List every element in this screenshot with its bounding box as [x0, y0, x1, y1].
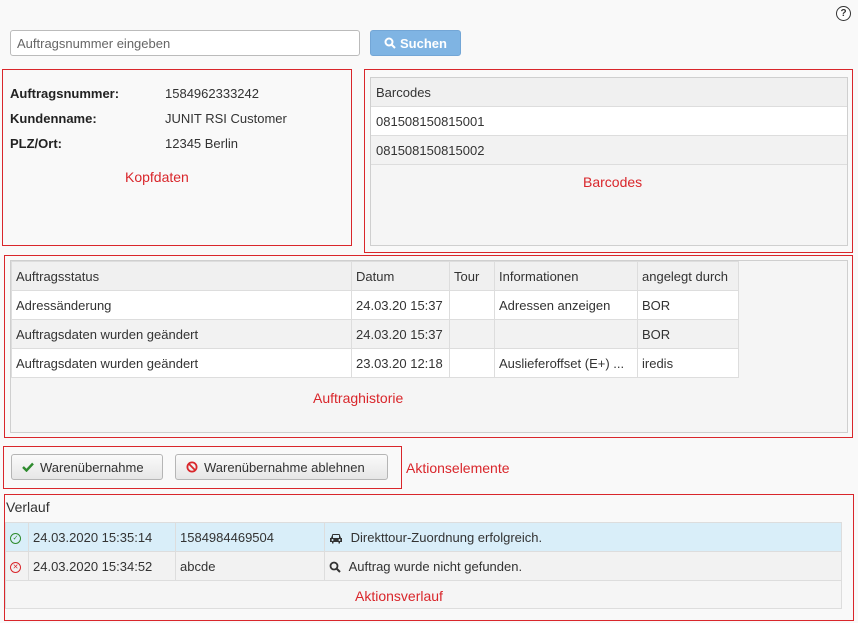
tour-cell: [449, 290, 495, 320]
verlauf-table: ✓ 24.03.2020 15:35:14 1584984469504 Dire…: [6, 523, 841, 581]
date-cell: 23.03.20 12:18: [351, 348, 450, 378]
historie-table: Auftragsstatus Datum Tour Informationen …: [11, 261, 739, 378]
table-row[interactable]: Auftragsdaten wurden geändert 23.03.20 1…: [11, 348, 739, 378]
aktionen-annotation: Aktionselemente: [406, 460, 510, 476]
info-cell[interactable]: Adressen anzeigen: [494, 290, 638, 320]
ban-icon: [186, 461, 198, 473]
barcodes-table: Barcodes 081508150815001 081508150815002: [371, 78, 847, 165]
col-auftragsstatus[interactable]: Auftragsstatus: [11, 261, 352, 291]
barcodes-panel: Barcodes 081508150815001 081508150815002: [370, 77, 848, 246]
tour-cell: [449, 319, 495, 349]
reject-goods-button[interactable]: Warenübernahme ablehnen: [175, 454, 388, 480]
success-icon: ✓: [10, 532, 21, 544]
col-datum[interactable]: Datum: [351, 261, 450, 291]
zip-city-value: 12345 Berlin: [165, 136, 238, 151]
time-cell: 24.03.2020 15:34:52: [28, 551, 176, 581]
reject-goods-label: Warenübernahme ablehnen: [204, 459, 365, 475]
table-row[interactable]: Auftragsdaten wurden geändert 24.03.20 1…: [11, 319, 739, 349]
help-icon[interactable]: ?: [836, 6, 851, 21]
barcodes-header: Barcodes: [371, 78, 847, 107]
created-by-cell: iredis: [637, 348, 739, 378]
status-cell: Auftragsdaten wurden geändert: [11, 319, 352, 349]
search-icon: [329, 561, 341, 573]
id-cell: abcde: [175, 551, 325, 581]
accept-goods-label: Warenübernahme: [40, 459, 144, 475]
info-cell: [494, 319, 638, 349]
verlauf-annotation: Aktionsverlauf: [355, 588, 443, 604]
message-cell: Direkttour-Zuordnung erfolgreich.: [350, 529, 543, 545]
error-icon: ✕: [10, 561, 21, 573]
message-cell: Auftrag wurde nicht gefunden.: [348, 558, 523, 574]
customer-name-value: JUNIT RSI Customer: [165, 111, 287, 126]
info-cell[interactable]: Auslieferoffset (E+) ...: [494, 348, 638, 378]
col-tour[interactable]: Tour: [449, 261, 495, 291]
date-cell: 24.03.20 15:37: [351, 290, 450, 320]
barcodes-annotation: Barcodes: [583, 174, 643, 190]
car-icon: [330, 534, 342, 544]
kopfdaten-annotation: Kopfdaten: [125, 169, 189, 185]
col-informationen[interactable]: Informationen: [494, 261, 638, 291]
search-button-label: Suchen: [400, 35, 447, 51]
table-row[interactable]: ✓ 24.03.2020 15:35:14 1584984469504 Dire…: [6, 523, 841, 552]
status-cell: Auftragsdaten wurden geändert: [11, 348, 352, 378]
tour-cell: [449, 348, 495, 378]
status-cell: Adressänderung: [11, 290, 352, 320]
table-row[interactable]: 081508150815001: [371, 106, 847, 136]
table-row[interactable]: ✕ 24.03.2020 15:34:52 abcde Auftrag wurd…: [6, 551, 841, 581]
created-by-cell: BOR: [637, 319, 739, 349]
date-cell: 24.03.20 15:37: [351, 319, 450, 349]
barcode-cell: 081508150815001: [371, 106, 847, 136]
table-row[interactable]: 081508150815002: [371, 135, 847, 165]
order-number-search-input[interactable]: [10, 30, 360, 56]
order-number-value: 1584962333242: [165, 86, 259, 101]
customer-name-label: Kundenname:: [10, 111, 97, 126]
id-cell: 1584984469504: [175, 523, 325, 552]
created-by-cell: BOR: [637, 290, 739, 320]
table-row[interactable]: Adressänderung 24.03.20 15:37 Adressen a…: [11, 290, 739, 320]
historie-panel: Auftragsstatus Datum Tour Informationen …: [10, 260, 848, 433]
barcode-cell: 081508150815002: [371, 135, 847, 165]
check-icon: [22, 462, 34, 472]
historie-annotation: Auftraghistorie: [313, 390, 404, 406]
order-number-label: Auftragsnummer:: [10, 86, 120, 101]
search-icon: [384, 37, 396, 49]
verlauf-title: Verlauf: [6, 499, 50, 515]
time-cell: 24.03.2020 15:35:14: [28, 523, 176, 552]
zip-city-label: PLZ/Ort:: [10, 136, 62, 151]
col-angelegt-durch[interactable]: angelegt durch: [637, 261, 739, 291]
search-button[interactable]: Suchen: [370, 30, 461, 56]
accept-goods-button[interactable]: Warenübernahme: [11, 454, 163, 480]
